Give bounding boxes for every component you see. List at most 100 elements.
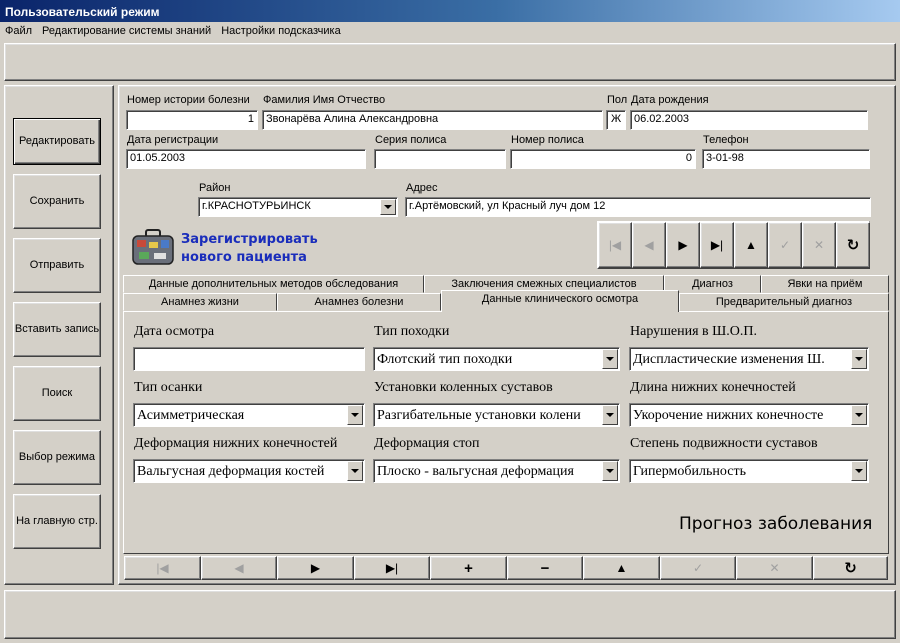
prior-icon[interactable]: ◀ — [201, 556, 277, 580]
phone-field[interactable]: 3-01-98 — [702, 149, 870, 169]
full-name-label: Фамилия Имя Отчество — [263, 94, 386, 106]
menu-bar: Файл Редактирование системы знаний Настрой… — [0, 22, 900, 41]
send-button-label: Отправить — [29, 259, 85, 271]
tab-preliminary-diagnosis[interactable]: Предварительный диагноз — [679, 293, 889, 311]
refresh-icon[interactable]: ↻ — [836, 222, 870, 268]
district-value: г.КРАСНОТУРЬИНСК — [202, 200, 311, 212]
edit-icon[interactable]: ▲ — [583, 556, 660, 580]
search-button[interactable]: Поиск — [13, 366, 101, 421]
foot-deformation-value: Плоско - вальгусная деформация — [377, 464, 574, 479]
gait-value: Флотский тип походки — [377, 352, 513, 367]
birth-date-field[interactable]: 06.02.2003 — [630, 110, 868, 130]
registration-date-field[interactable]: 01.05.2003 — [126, 149, 366, 169]
tab-appointments[interactable]: Явки на приём — [761, 275, 889, 293]
leg-length-select[interactable]: Укорочение нижних конечносте — [629, 403, 869, 427]
send-button[interactable]: Отправить — [13, 238, 101, 293]
chevron-down-icon[interactable] — [602, 461, 618, 481]
district-label: Район — [199, 182, 231, 194]
status-panel — [4, 590, 896, 639]
refresh-icon[interactable]: ↻ — [813, 556, 888, 580]
first-icon[interactable]: |◀ — [124, 556, 201, 580]
next-icon[interactable]: ▶ — [666, 222, 700, 268]
chevron-down-icon[interactable] — [602, 349, 618, 369]
leg-length-label: Длина нижних конечностей — [630, 380, 796, 395]
delete-icon[interactable]: − — [507, 556, 583, 580]
foot-deformation-label: Деформация стоп — [374, 436, 480, 451]
menu-edit-knowledge[interactable]: Редактирование системы знаний — [37, 22, 216, 41]
registration-date-label: Дата регистрации — [127, 134, 219, 146]
address-label: Адрес — [406, 182, 438, 194]
home-button-label: На главную стр. — [16, 515, 98, 527]
sex-label: Пол — [607, 94, 628, 106]
chevron-down-icon[interactable] — [347, 405, 363, 425]
insert-icon[interactable]: ▲ — [734, 222, 768, 268]
cancel-icon[interactable]: ✕ — [802, 222, 836, 268]
post-icon[interactable]: ✓ — [768, 222, 802, 268]
first-icon[interactable]: |◀ — [598, 222, 632, 268]
policy-number-field[interactable]: 0 — [510, 149, 696, 169]
spine-value: Диспластические изменения Ш. — [633, 352, 825, 367]
prior-icon[interactable]: ◀ — [632, 222, 666, 268]
leg-length-value: Укорочение нижних конечносте — [633, 408, 824, 423]
knee-select[interactable]: Разгибательные установки колени — [373, 403, 620, 427]
policy-series-label: Серия полиса — [375, 134, 447, 146]
disease-forecast-link[interactable]: Прогноз заболевания — [679, 514, 872, 534]
menu-hint-settings[interactable]: Настройки подсказчика — [216, 22, 346, 41]
tab-clinical-exam[interactable]: Данные клинического осмотра — [441, 290, 679, 312]
tab-disease-anamnesis[interactable]: Анамнез болезни — [277, 293, 441, 311]
posture-label: Тип осанки — [134, 380, 203, 395]
edit-button[interactable]: Редактировать — [13, 118, 101, 165]
district-select[interactable]: г.КРАСНОТУРЬИНСК — [198, 197, 398, 217]
policy-series-field[interactable] — [374, 149, 506, 169]
window-title: Пользовательский режим — [0, 0, 900, 22]
cancel-icon[interactable]: ✕ — [736, 556, 813, 580]
suitcase-icon[interactable] — [130, 228, 176, 268]
insert-record-button-label: Вставить запись — [14, 323, 100, 335]
search-button-label: Поиск — [41, 387, 73, 399]
chevron-down-icon[interactable] — [347, 461, 363, 481]
birth-date-label: Дата рождения — [631, 94, 709, 106]
mode-select-button[interactable]: Выбор режима — [13, 430, 101, 485]
menu-file[interactable]: Файл — [0, 22, 37, 41]
exam-date-label: Дата осмотра — [134, 324, 215, 339]
posture-select[interactable]: Асимметрическая — [133, 403, 365, 427]
posture-value: Асимметрическая — [137, 408, 245, 423]
register-patient-link[interactable]: Зарегистрировать нового пациента — [181, 231, 318, 267]
register-line-1: Зарегистрировать — [181, 232, 318, 247]
leg-deformation-value: Вальгусная деформация костей — [137, 464, 325, 479]
history-number-field[interactable]: 1 — [126, 110, 258, 130]
mobility-select[interactable]: Гипермобильность — [629, 459, 869, 483]
chevron-down-icon[interactable] — [602, 405, 618, 425]
chevron-down-icon[interactable] — [851, 405, 867, 425]
insert-record-button[interactable]: Вставить запись — [13, 302, 101, 357]
foot-deformation-select[interactable]: Плоско - вальгусная деформация — [373, 459, 620, 483]
address-field[interactable]: г.Артёмовский, ул Красный луч дом 12 — [405, 197, 871, 217]
sex-field[interactable]: Ж — [606, 110, 626, 130]
insert-icon[interactable]: + — [430, 556, 507, 580]
leg-deformation-select[interactable]: Вальгусная деформация костей — [133, 459, 365, 483]
next-icon[interactable]: ▶ — [277, 556, 354, 580]
exam-date-field[interactable] — [133, 347, 365, 371]
home-button[interactable]: На главную стр. — [13, 494, 101, 549]
knee-value: Разгибательные установки колени — [377, 408, 581, 423]
save-button[interactable]: Сохранить — [13, 174, 101, 229]
last-icon[interactable]: ▶| — [700, 222, 734, 268]
mobility-value: Гипермобильность — [633, 464, 746, 479]
last-icon[interactable]: ▶| — [354, 556, 430, 580]
spine-label: Нарушения в Ш.О.П. — [630, 324, 758, 339]
post-icon[interactable]: ✓ — [660, 556, 736, 580]
knee-label: Установки коленных суставов — [374, 380, 553, 395]
tab-additional-methods[interactable]: Данные дополнительных методов обследован… — [123, 275, 424, 293]
spine-select[interactable]: Диспластические изменения Ш. — [629, 347, 869, 371]
full-name-field[interactable]: Звонарёва Алина Александровна — [262, 110, 603, 130]
chevron-down-icon[interactable] — [380, 199, 396, 215]
chevron-down-icon[interactable] — [851, 349, 867, 369]
gait-label: Тип походки — [374, 324, 450, 339]
save-button-label: Сохранить — [29, 195, 85, 207]
gait-select[interactable]: Флотский тип походки — [373, 347, 620, 371]
tab-life-anamnesis[interactable]: Анамнез жизни — [123, 293, 277, 311]
history-number-label: Номер истории болезни — [127, 94, 250, 106]
edit-button-label: Редактировать — [19, 135, 95, 147]
chevron-down-icon[interactable] — [851, 461, 867, 481]
mobility-label: Степень подвижности суставов — [630, 436, 818, 451]
